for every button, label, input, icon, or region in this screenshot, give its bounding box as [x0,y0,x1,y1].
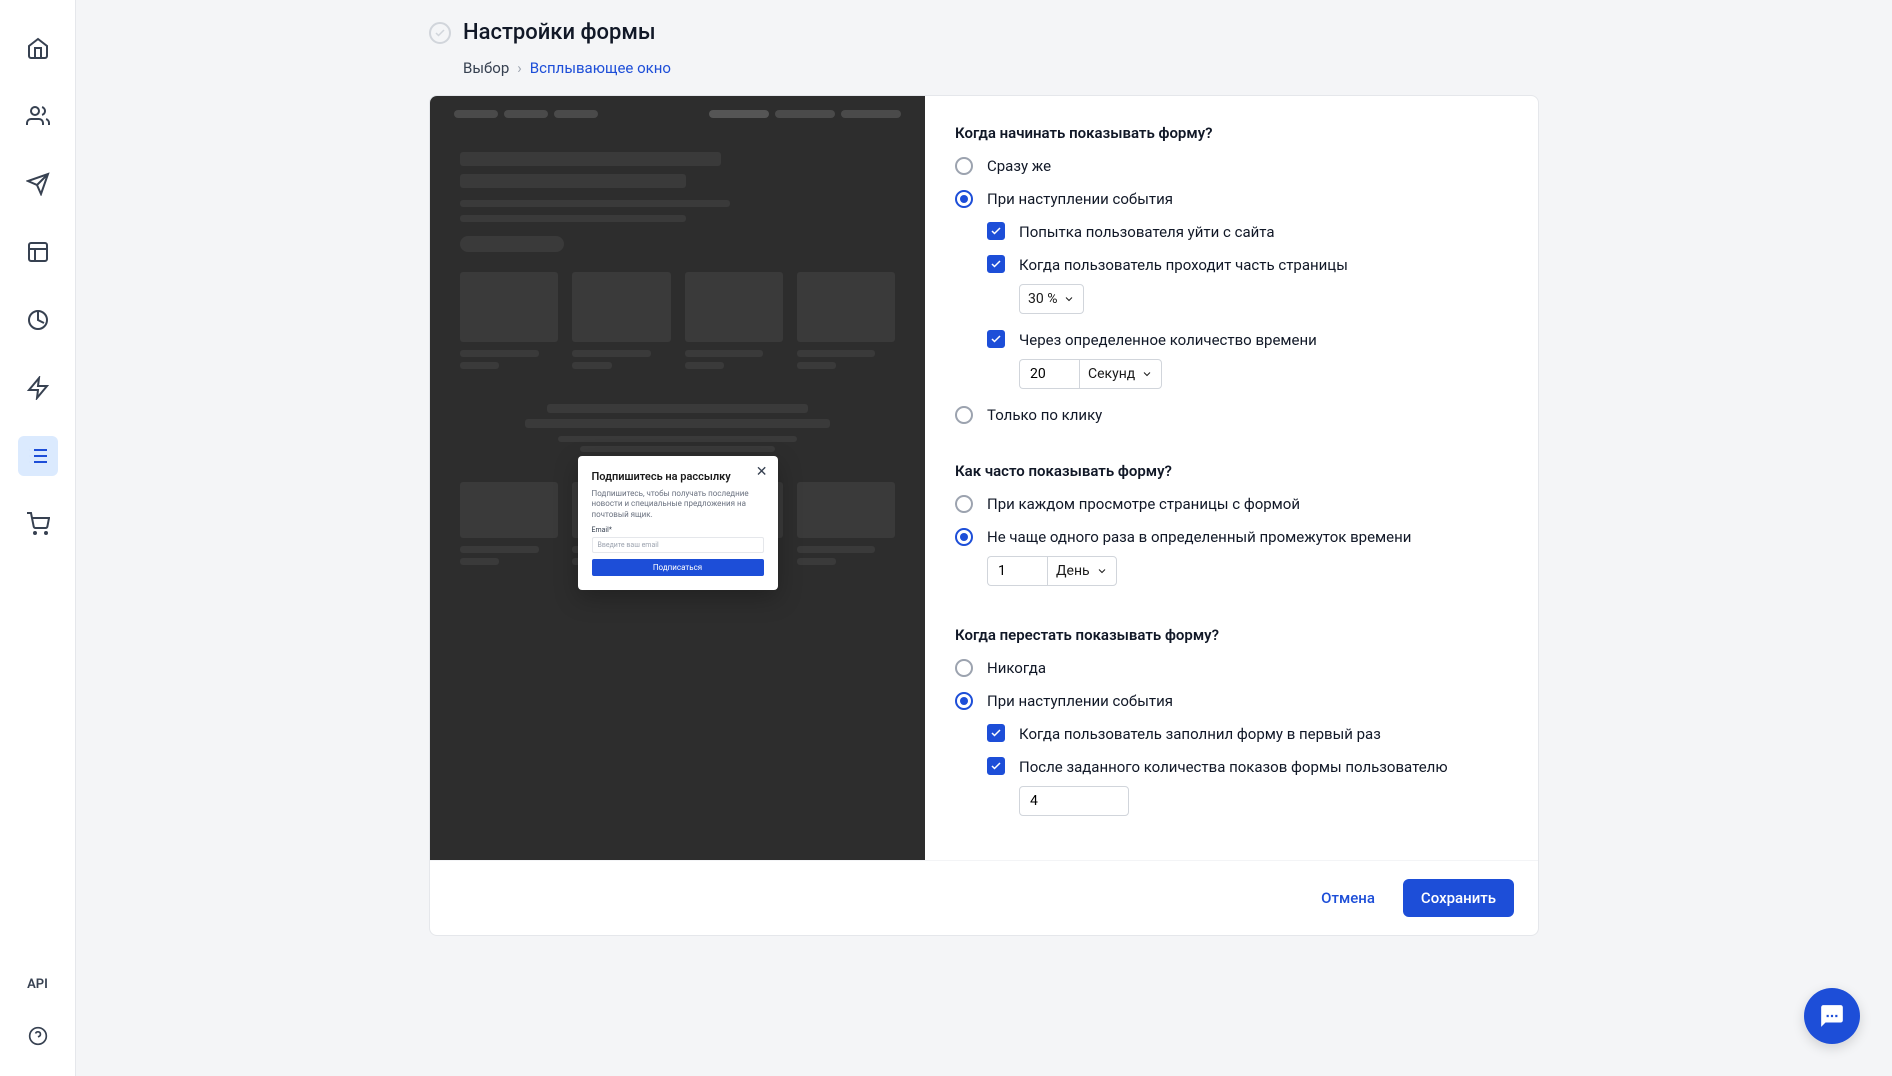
radio-interval[interactable] [955,528,973,546]
popup-text: Подпишитесь, чтобы получать последние но… [592,489,764,520]
scroll-percent-select[interactable]: 30 % [1019,284,1084,314]
popup-email-label: Email* [592,526,764,534]
label-never: Никогда [987,658,1046,679]
card-footer: Отмена Сохранить [430,860,1538,935]
breadcrumb: Выбор › Всплывающее окно [429,59,1539,77]
label-exit-intent: Попытка пользователя уйти с сайта [1019,222,1275,243]
label-every-view: При каждом просмотре страницы с формой [987,494,1300,515]
interval-unit-select[interactable]: День [1047,556,1117,586]
label-on-event: При наступлении события [987,189,1173,210]
bolt-icon[interactable] [18,368,58,408]
popup-title: Подпишитесь на рассылку [592,470,764,483]
sidebar: API [0,0,76,1076]
how-often-title: Как часто показывать форму? [955,462,1508,480]
label-filled: Когда пользователь заполнил форму в перв… [1019,724,1381,745]
label-interval: Не чаще одного раза в определенный проме… [987,528,1411,546]
help-icon[interactable] [18,1016,58,1056]
time-unit-select[interactable]: Секунд [1079,359,1162,389]
count-input[interactable] [1019,786,1129,816]
checkbox-scroll[interactable] [987,255,1005,273]
checkbox-count[interactable] [987,757,1005,775]
time-value-input[interactable] [1019,359,1079,389]
breadcrumb-root[interactable]: Выбор [463,59,509,77]
radio-stop-event[interactable] [955,692,973,710]
cart-icon[interactable] [18,504,58,544]
form-preview: ✕ Подпишитесь на рассылку Подпишитесь, ч… [430,96,925,860]
checkbox-time[interactable] [987,330,1005,348]
home-icon[interactable] [18,28,58,68]
chevron-right-icon: › [517,59,522,77]
radio-immediate[interactable] [955,157,973,175]
label-scroll: Когда пользователь проходит часть страни… [1019,256,1348,274]
label-count: После заданного количества показов формы… [1019,758,1448,776]
breadcrumb-current[interactable]: Всплывающее окно [530,59,671,77]
save-button[interactable]: Сохранить [1403,879,1514,917]
page-title: Настройки формы [463,20,656,45]
close-icon[interactable]: ✕ [756,464,768,480]
popup-email-input[interactable]: Введите ваш email [592,537,764,553]
cancel-button[interactable]: Отмена [1307,879,1389,917]
layout-icon[interactable] [18,232,58,272]
api-link[interactable]: API [27,977,48,992]
interval-value-input[interactable] [987,556,1047,586]
label-time: Через определенное количество времени [1019,331,1317,349]
checkbox-exit-intent[interactable] [987,222,1005,240]
checkbox-filled[interactable] [987,724,1005,742]
popup-preview: ✕ Подпишитесь на рассылку Подпишитесь, ч… [578,456,778,590]
radio-every-view[interactable] [955,495,973,513]
label-stop-event: При наступлении события [987,691,1173,712]
users-icon[interactable] [18,96,58,136]
radio-never[interactable] [955,659,973,677]
section-header: Настройки формы [429,20,1539,45]
chart-icon[interactable] [18,300,58,340]
radio-click-only[interactable] [955,406,973,424]
chat-button[interactable] [1804,988,1860,1044]
settings-card: ✕ Подпишитесь на рассылку Подпишитесь, ч… [429,95,1539,936]
popup-subscribe-button[interactable]: Подписаться [592,559,764,576]
when-start-title: Когда начинать показывать форму? [955,124,1508,142]
label-immediate: Сразу же [987,156,1051,177]
radio-on-event[interactable] [955,190,973,208]
send-icon[interactable] [18,164,58,204]
settings-panel: Когда начинать показывать форму? Сразу ж… [925,96,1538,860]
label-click-only: Только по клику [987,405,1102,426]
check-circle-icon [429,22,451,44]
list-icon[interactable] [18,436,58,476]
when-stop-title: Когда перестать показывать форму? [955,626,1508,644]
